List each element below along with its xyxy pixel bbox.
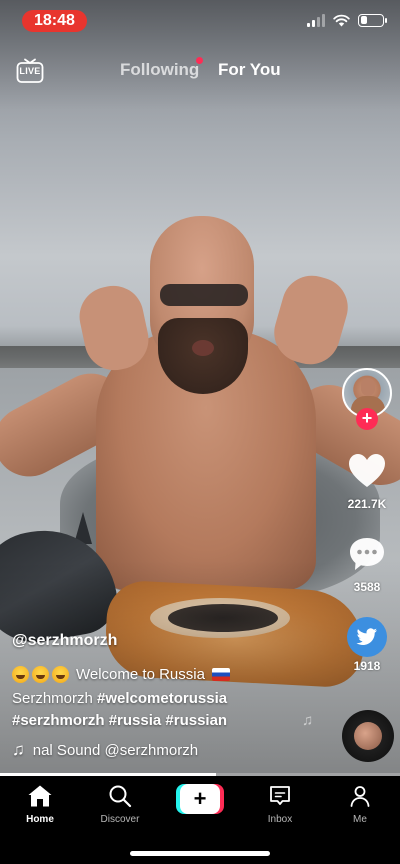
tab-discover-label: Discover (100, 814, 140, 825)
home-icon (28, 785, 52, 807)
sound-disc-thumbnail (354, 722, 382, 750)
laughing-emoji-icon (32, 666, 49, 683)
tab-following[interactable]: Following (120, 60, 199, 80)
man-sunglasses (160, 284, 248, 306)
creator-avatar-button[interactable]: + (342, 368, 392, 430)
comment-bubble-icon (350, 538, 384, 570)
sound-disc-button[interactable] (342, 710, 394, 762)
caption-line-2: Serzhmorzh #welcometorussia (12, 690, 227, 707)
share-count: 1918 (353, 659, 381, 673)
russia-flag-icon (211, 668, 230, 681)
sound-title: nal Sound @serzhmorzh (32, 741, 199, 759)
status-time: 18:48 (22, 10, 87, 32)
status-icons (307, 13, 387, 27)
laughing-emoji-icon (12, 666, 29, 683)
tab-me[interactable]: Me (325, 782, 395, 825)
comment-button[interactable]: 3588 (337, 535, 397, 594)
twitter-share-icon (347, 617, 387, 657)
caption-title: Welcome to Russia (76, 666, 205, 683)
comment-count: 3588 (353, 580, 381, 594)
sound-link[interactable]: ♫ nal Sound @serzhmorzh (12, 740, 239, 760)
like-button[interactable]: 221.7K (337, 452, 397, 511)
create-button[interactable]: + (176, 784, 224, 814)
laughing-emoji-icon (52, 666, 69, 683)
inbox-icon (270, 786, 290, 805)
battery-level (360, 16, 367, 24)
hashtag-link[interactable]: #welcometorussia (97, 690, 227, 707)
caption-title-line: Welcome to Russia (12, 666, 230, 683)
search-icon (109, 785, 132, 808)
hashtags-line[interactable]: #serzhmorzh #russia #russian (12, 712, 227, 729)
tab-inbox[interactable]: Inbox (245, 782, 315, 825)
live-label: LIVE (19, 66, 41, 76)
heart-icon (349, 454, 385, 487)
like-count: 221.7K (347, 497, 387, 511)
caption-prefix: Serzhmorzh (12, 690, 93, 707)
tab-discover[interactable]: Discover (85, 782, 155, 825)
cellular-signal-icon (307, 13, 325, 27)
follow-plus-icon[interactable]: + (356, 408, 378, 430)
tab-me-label: Me (353, 814, 367, 825)
creator-username[interactable]: @serzhmorzh (12, 632, 117, 650)
share-button[interactable]: 1918 (337, 617, 397, 673)
profile-icon (350, 786, 370, 807)
live-button[interactable]: LIVE (16, 58, 44, 84)
tab-home-label: Home (26, 814, 54, 825)
tab-inbox-label: Inbox (267, 814, 293, 825)
music-notes-icon: ♫ (302, 712, 314, 729)
tab-for-you[interactable]: For You (218, 60, 281, 80)
wifi-icon (333, 14, 350, 26)
create-plus-icon: + (180, 784, 220, 814)
home-indicator (130, 851, 270, 856)
battery-icon (358, 13, 387, 27)
following-notification-dot (196, 57, 203, 64)
man-mouth (192, 340, 214, 356)
music-note-icon: ♫ (12, 740, 25, 759)
tab-home[interactable]: Home (5, 782, 75, 825)
